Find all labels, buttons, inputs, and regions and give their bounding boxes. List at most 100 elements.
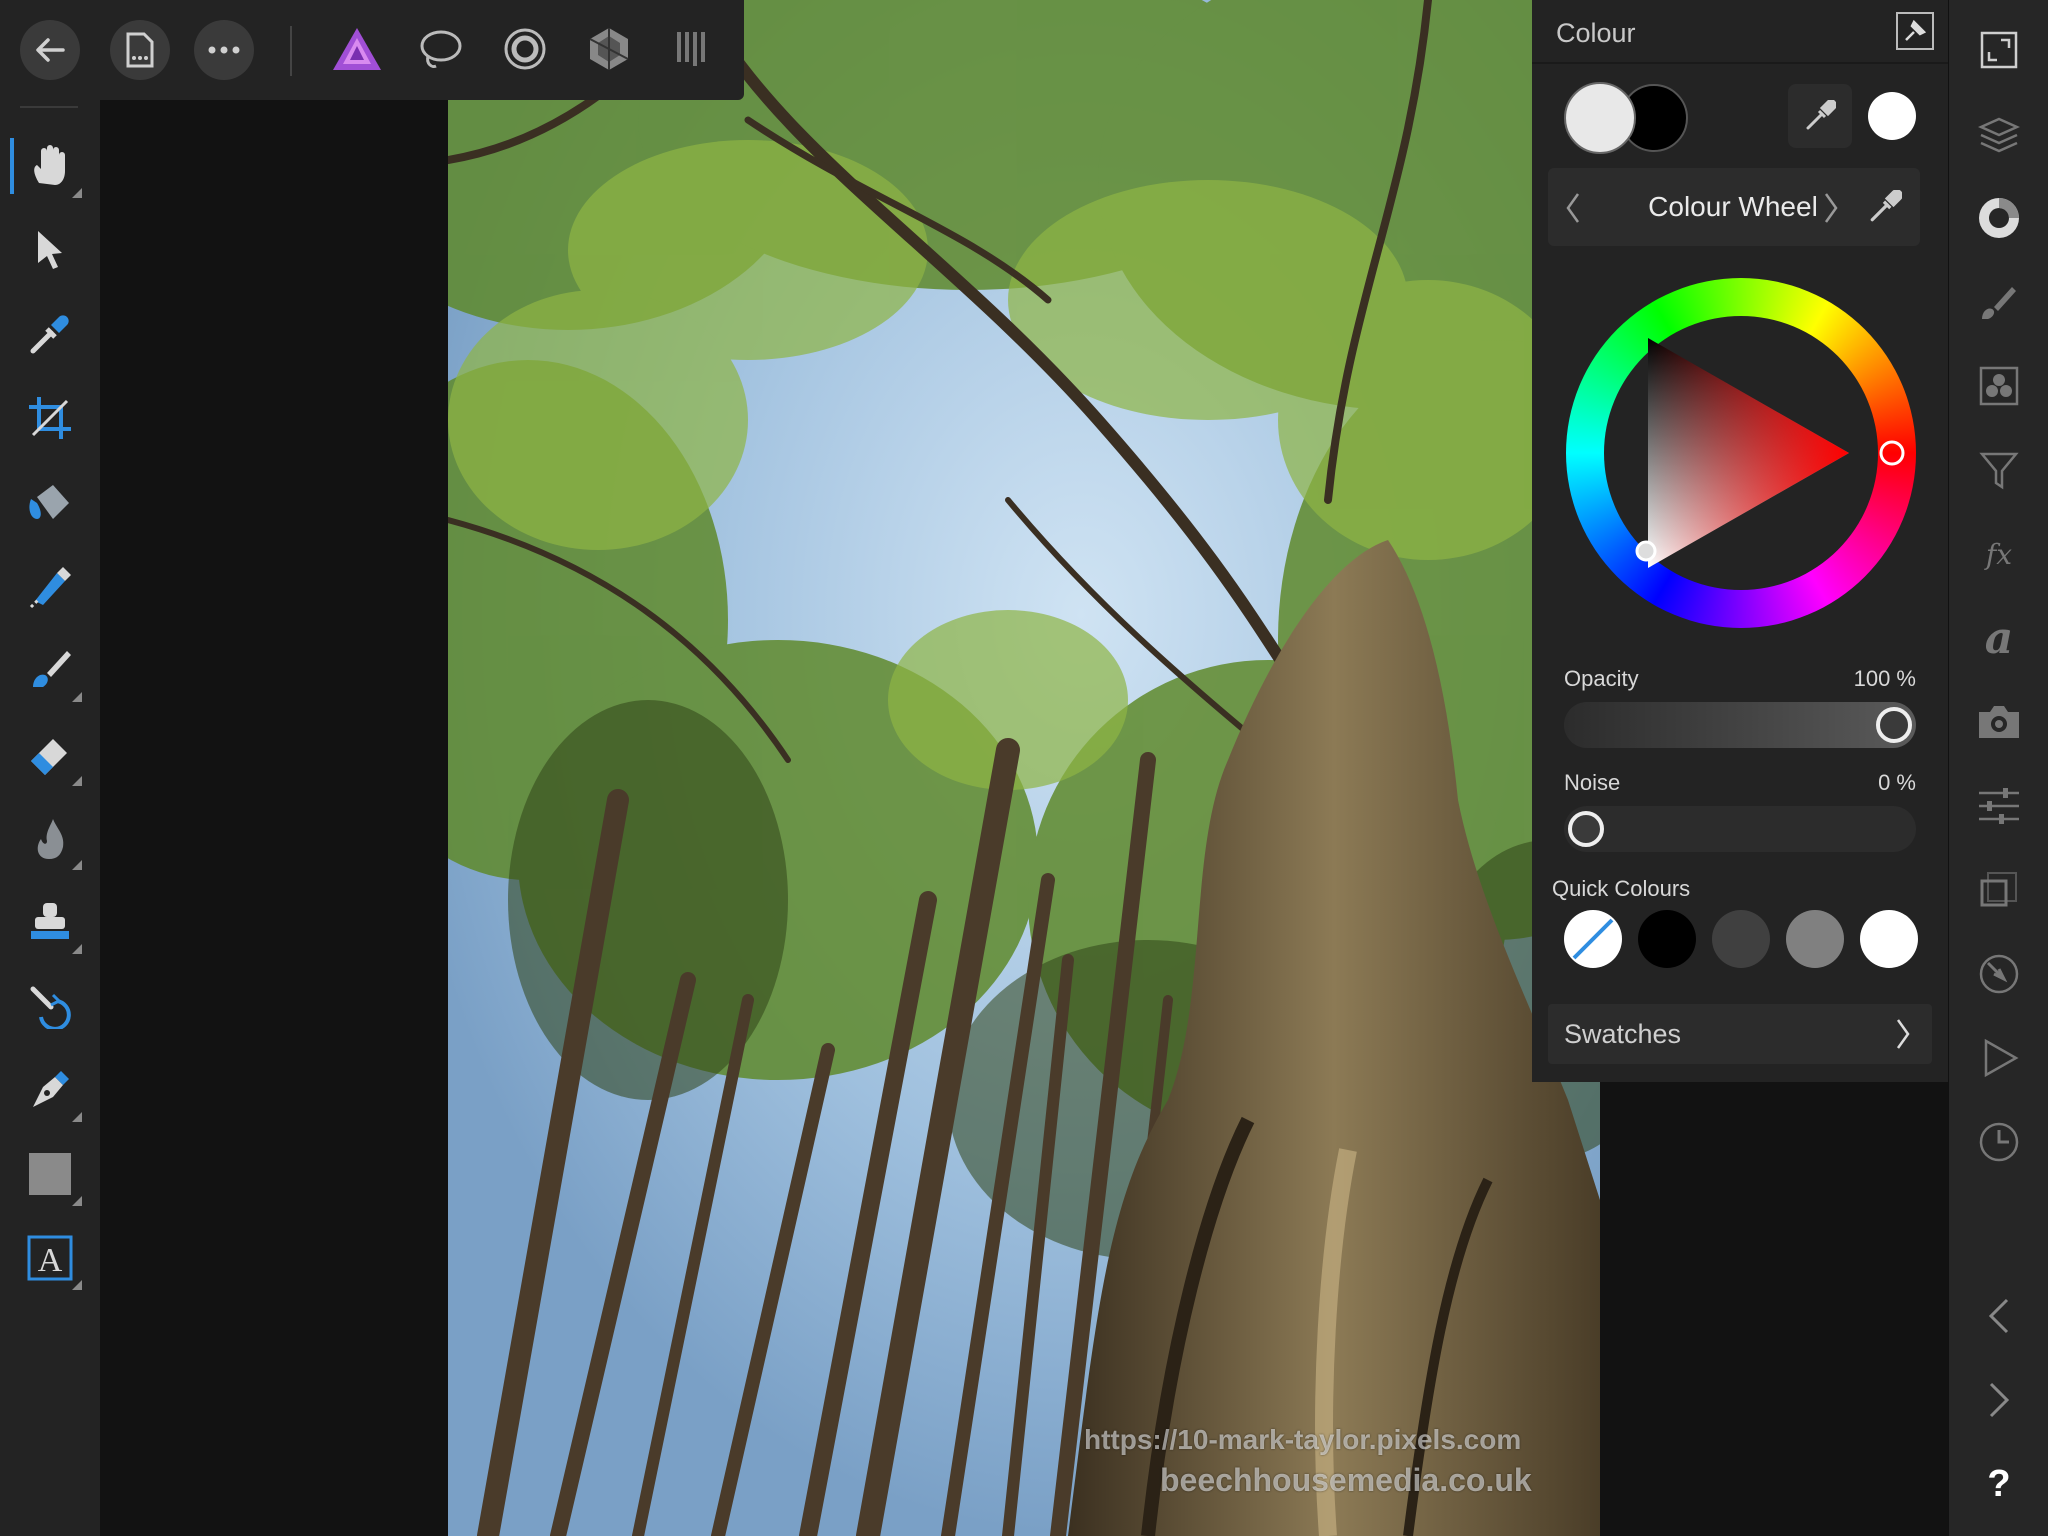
- colour-icon: [1979, 198, 2019, 238]
- chevron-right-icon: [1896, 1019, 1910, 1049]
- history-icon: [1979, 1122, 2019, 1162]
- quick-colour-white[interactable]: [1860, 910, 1918, 968]
- opacity-slider-knob[interactable]: [1876, 707, 1912, 743]
- colour-mode-selector: Colour Wheel: [1548, 168, 1920, 246]
- tone-mapping-persona-icon: [589, 28, 629, 70]
- pen-tool[interactable]: [18, 1058, 82, 1122]
- undo-brush-tool-icon: [30, 986, 71, 1029]
- tone-selector[interactable]: [1635, 540, 1657, 562]
- more-icon: [208, 46, 240, 54]
- panel-title: Colour: [1556, 18, 1636, 48]
- export-persona-button[interactable]: [666, 22, 720, 76]
- panel-divider: [1532, 62, 1948, 64]
- rectangle-tool[interactable]: [18, 1142, 82, 1206]
- fullscreen-icon: [1980, 31, 2018, 69]
- pin-panel-button[interactable]: [1896, 12, 1934, 50]
- filter-icon: [1979, 452, 2019, 490]
- brushes-button[interactable]: [1971, 274, 2027, 330]
- svg-text:fx: fx: [1984, 538, 2012, 571]
- quick-colour-none[interactable]: [1564, 910, 1622, 968]
- noise-slider-knob[interactable]: [1568, 811, 1604, 847]
- selection-brush-tool[interactable]: [18, 554, 82, 618]
- crop-tool[interactable]: [18, 386, 82, 450]
- flood-fill-tool-icon: [29, 485, 69, 519]
- quick-colours-label: Quick Colours: [1552, 876, 1691, 901]
- fullscreen-button[interactable]: [1971, 22, 2027, 78]
- quick-colour-dark-grey[interactable]: [1712, 910, 1770, 968]
- colour-picker-tool-icon: [30, 315, 69, 354]
- swatches-row[interactable]: Swatches: [1548, 1004, 1932, 1064]
- noise-label: Noise: [1564, 770, 1621, 795]
- top-toolbar: [0, 0, 744, 100]
- view-tool[interactable]: [18, 134, 82, 198]
- effects-button[interactable]: fx: [1971, 526, 2027, 582]
- opacity-slider[interactable]: [1564, 702, 1916, 748]
- eyedropper-button[interactable]: [1788, 84, 1852, 148]
- tone-mapping-persona-button[interactable]: [582, 22, 636, 76]
- tool-flyout-indicator: [72, 692, 82, 702]
- layers-button[interactable]: [1971, 106, 2027, 162]
- liquify-persona-button[interactable]: [414, 22, 468, 76]
- back-button[interactable]: [20, 20, 80, 80]
- clone-brush-tool[interactable]: [18, 890, 82, 954]
- active-tool-indicator: [10, 138, 14, 194]
- collapse-right-button[interactable]: [1971, 1372, 2027, 1428]
- saturation-triangle[interactable]: [1566, 278, 1916, 628]
- paint-brush-tool-icon: [33, 651, 71, 687]
- tools-divider: [20, 106, 78, 108]
- paint-brush-tool[interactable]: [18, 638, 82, 702]
- erase-brush-tool[interactable]: [18, 722, 82, 786]
- channels-button[interactable]: [1971, 358, 2027, 414]
- more-button[interactable]: [194, 20, 254, 80]
- collapse-left-button[interactable]: [1971, 1288, 2027, 1344]
- adjustments-button[interactable]: [1971, 778, 2027, 834]
- eyedropper-icon[interactable]: [1868, 190, 1902, 224]
- navigator-icon: [1979, 954, 2019, 994]
- macro-button[interactable]: [1971, 1030, 2027, 1086]
- primary-colour-well[interactable]: [1564, 82, 1636, 154]
- dodge-burn-tool[interactable]: [18, 806, 82, 870]
- move-tool[interactable]: [18, 218, 82, 282]
- tool-flyout-indicator: [72, 1196, 82, 1206]
- erase-brush-tool-icon: [31, 739, 67, 775]
- forest-photo: [448, 0, 1600, 1536]
- opacity-label: Opacity: [1564, 666, 1639, 691]
- clone-brush-tool-icon: [31, 903, 69, 939]
- picked-colour-well[interactable]: [1868, 92, 1916, 140]
- no-colour-icon: [1572, 918, 1614, 960]
- photo-persona-button[interactable]: [330, 22, 384, 76]
- transform-button[interactable]: [1971, 862, 2027, 918]
- quick-colour-black[interactable]: [1638, 910, 1696, 968]
- view-tool-icon: [34, 145, 65, 185]
- history-button[interactable]: [1971, 1114, 2027, 1170]
- crop-tool-icon: [29, 397, 71, 439]
- chevron-right-icon[interactable]: [1822, 192, 1840, 224]
- undo-brush-tool[interactable]: [18, 974, 82, 1038]
- text-styles-icon: a: [1985, 615, 2014, 661]
- flood-fill-tool[interactable]: [18, 470, 82, 534]
- text-styles-button[interactable]: a: [1971, 610, 2027, 666]
- develop-persona-icon: [504, 28, 546, 70]
- hue-selector[interactable]: [1879, 440, 1905, 466]
- quick-colour-grey[interactable]: [1786, 910, 1844, 968]
- colour-studio-button[interactable]: [1971, 190, 2027, 246]
- filters-button[interactable]: [1971, 442, 2027, 498]
- document-icon: [126, 32, 154, 68]
- liquify-persona-icon: [420, 30, 462, 68]
- noise-value: 0 %: [1878, 770, 1916, 795]
- noise-slider[interactable]: [1564, 806, 1916, 852]
- develop-persona-button[interactable]: [498, 22, 552, 76]
- stock-button[interactable]: [1971, 694, 2027, 750]
- opacity-value: 100 %: [1853, 666, 1916, 691]
- help-button[interactable]: ?: [1971, 1456, 2027, 1512]
- photo-canvas[interactable]: https://10-mark-taylor.pixels.com beechh…: [448, 0, 1600, 1536]
- rectangle-tool-icon: [29, 1153, 71, 1195]
- chevron-left-icon[interactable]: [1564, 192, 1582, 224]
- pin-icon: [1905, 19, 1927, 41]
- watermark-site: beechhousemedia.co.uk: [1160, 1462, 1532, 1498]
- text-tool[interactable]: A: [18, 1226, 82, 1290]
- document-button[interactable]: [110, 20, 170, 80]
- navigator-button[interactable]: [1971, 946, 2027, 1002]
- adjustments-icon: [1979, 788, 2019, 824]
- colour-picker-tool[interactable]: [18, 302, 82, 366]
